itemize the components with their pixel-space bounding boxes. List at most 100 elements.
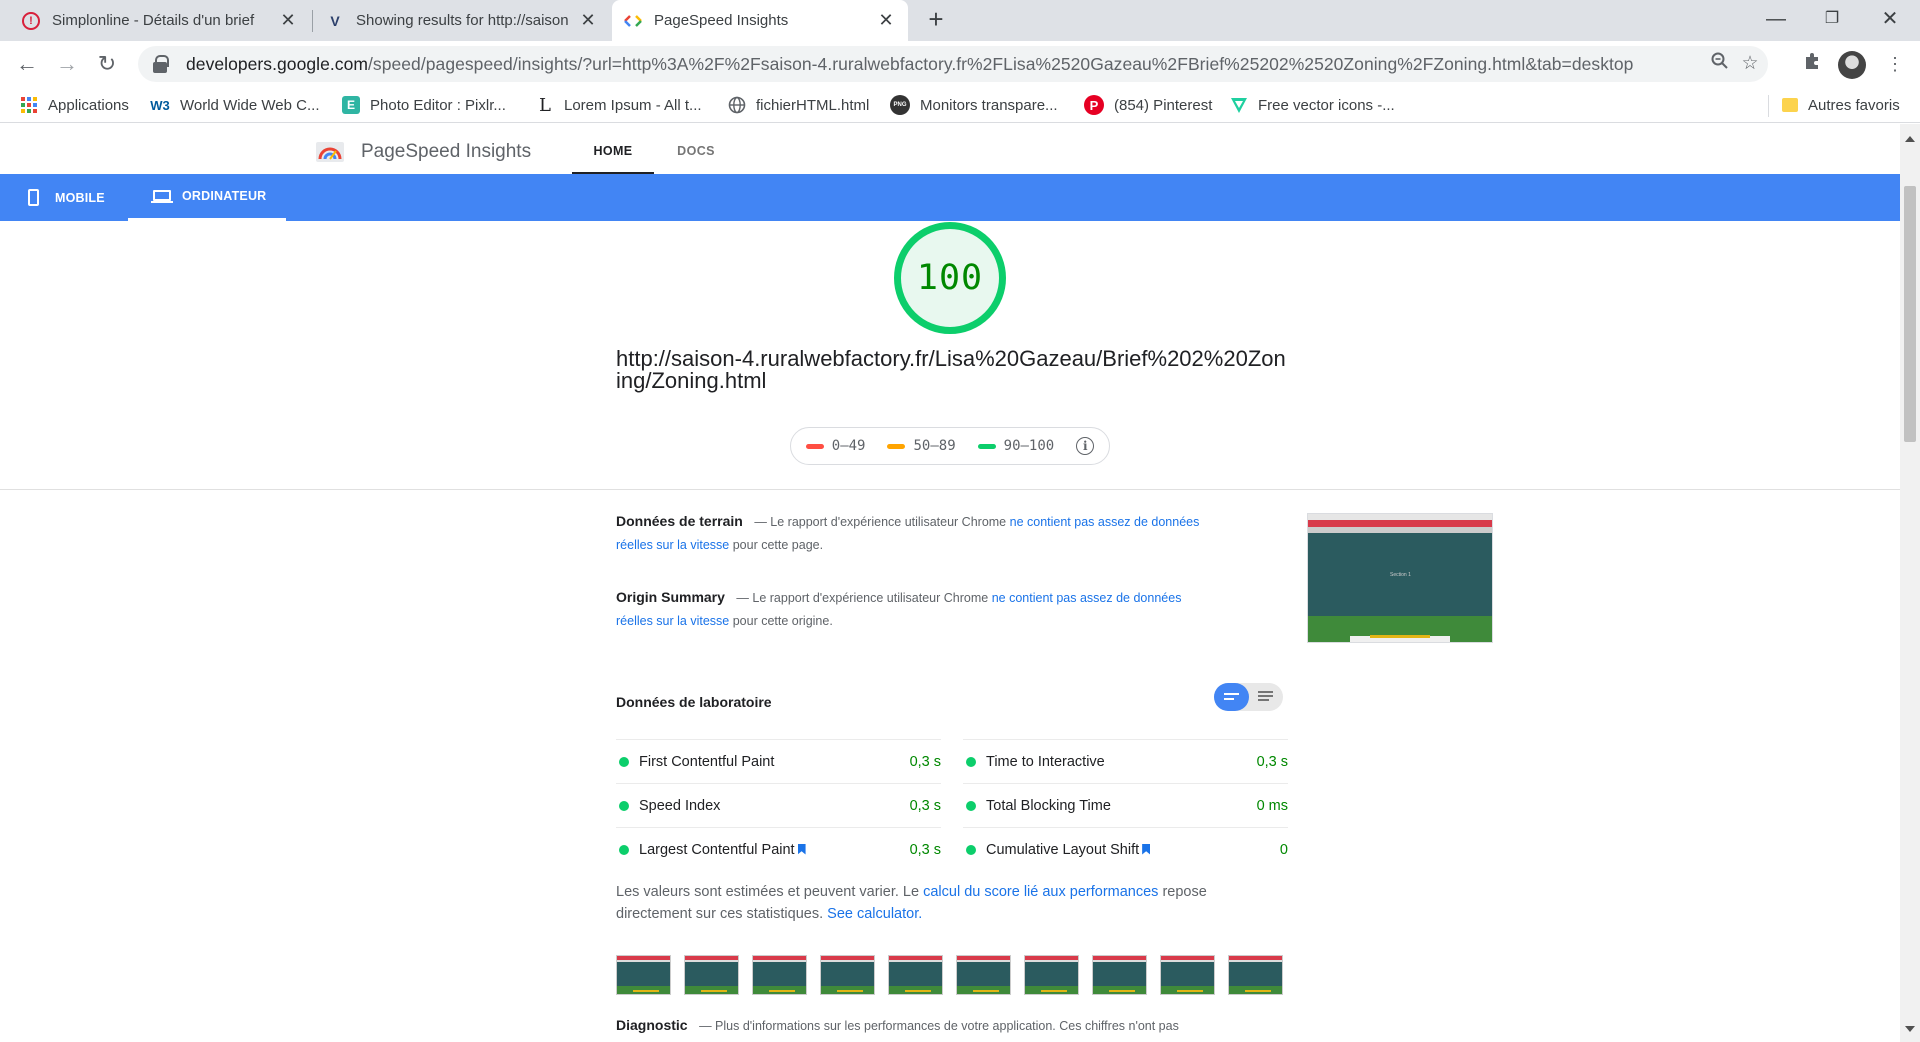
- filmstrip-frame: [1092, 955, 1147, 995]
- bookmarks-bar: Applications W3 World Wide Web C... E Ph…: [0, 87, 1920, 123]
- zoom-icon[interactable]: [1708, 52, 1732, 76]
- metric-tti: Time to Interactive 0,3 s: [963, 739, 1288, 783]
- tab-desktop[interactable]: ORDINATEUR: [128, 174, 286, 221]
- bookmark-pinterest[interactable]: P (854) Pinterest: [1084, 87, 1212, 123]
- metric-value: 0 ms: [1256, 797, 1288, 814]
- pagespeed-logo-icon[interactable]: [316, 140, 344, 162]
- page-viewport: PageSpeed Insights HOME DOCS MOBILE ORDI…: [0, 124, 1900, 1042]
- bookmark-applications[interactable]: Applications: [20, 87, 129, 123]
- field-data-section: Données de terrain — Le rapport d'expéri…: [616, 510, 1236, 557]
- metric-name-wrap: Cumulative Layout Shift: [986, 842, 1280, 858]
- compact-view-button[interactable]: [1214, 683, 1249, 711]
- bookmark-w3c[interactable]: W3 World Wide Web C...: [150, 87, 319, 123]
- simplon-icon: !: [22, 11, 40, 30]
- thumb-nav: [1308, 527, 1492, 533]
- diagnostic-section: Diagnostic — Plus d'informations sur les…: [616, 1017, 1179, 1033]
- restore-button[interactable]: ❐: [1804, 0, 1860, 41]
- reload-button[interactable]: ↻: [92, 49, 122, 79]
- bookmark-label: Photo Editor : Pixlr...: [370, 96, 506, 114]
- minimize-button[interactable]: —: [1748, 0, 1804, 41]
- scroll-down-arrow[interactable]: [1905, 1026, 1915, 1032]
- score-legend: 0–49 50–89 90–100 i: [790, 427, 1110, 465]
- scroll-up-arrow[interactable]: [1905, 136, 1915, 142]
- legend-label: 50–89: [913, 438, 956, 454]
- window-close-button[interactable]: ✕: [1862, 0, 1918, 41]
- bookmark-label: Applications: [48, 96, 129, 114]
- score-value: 100: [916, 258, 984, 298]
- back-button[interactable]: ←: [12, 49, 42, 79]
- tab-simplonline[interactable]: ! Simplonline - Détails d'un brief ✕: [10, 0, 310, 41]
- legend-average: 50–89: [887, 438, 956, 454]
- origin-summary-text-end: pour cette origine.: [732, 614, 833, 628]
- menu-icon[interactable]: ⋮: [1880, 49, 1910, 79]
- scrollbar-thumb[interactable]: [1904, 186, 1916, 442]
- extensions-icon[interactable]: [1797, 49, 1827, 79]
- legend-swatch: [887, 443, 906, 449]
- star-icon[interactable]: ☆: [1738, 52, 1762, 76]
- page-scrollbar[interactable]: [1900, 124, 1920, 1042]
- tab-pagespeed[interactable]: PageSpeed Insights ✕: [612, 0, 908, 41]
- bookmark-lorem[interactable]: L Lorem Ipsum - All t...: [536, 87, 702, 123]
- tab-mobile[interactable]: MOBILE: [28, 174, 128, 221]
- legend-pass: 90–100: [977, 438, 1054, 454]
- metric-speed-index: Speed Index 0,3 s: [616, 783, 941, 827]
- close-icon[interactable]: ✕: [578, 10, 598, 31]
- origin-summary-section: Origin Summary — Le rapport d'expérience…: [616, 586, 1216, 633]
- validator-icon: V: [330, 12, 340, 29]
- expanded-view-button[interactable]: [1249, 683, 1283, 711]
- pass-indicator: [619, 844, 629, 855]
- bookmark-label: World Wide Web C...: [180, 96, 320, 114]
- url-path: /speed/pagespeed/insights/?url=http%3A%2…: [368, 53, 1634, 74]
- bookmark-monitors[interactable]: PNG Monitors transpare...: [890, 87, 1058, 123]
- field-data-title: Données de terrain: [616, 513, 743, 529]
- globe-icon: [728, 96, 746, 114]
- score-calculation-link[interactable]: calcul du score lié aux performances: [923, 884, 1158, 900]
- metric-name: First Contentful Paint: [639, 753, 775, 770]
- nav-docs[interactable]: DOCS: [660, 124, 732, 174]
- metric-value: 0: [1279, 841, 1288, 858]
- tab-validator[interactable]: V Showing results for http://saison ✕: [314, 0, 610, 41]
- filmstrip-frame: [752, 955, 807, 995]
- pass-indicator: [966, 800, 976, 811]
- legend-label: 0–49: [831, 438, 866, 454]
- thumb-section-label: Section 1: [1390, 572, 1411, 578]
- new-tab-button[interactable]: +: [922, 6, 950, 34]
- bookmark-pixlr[interactable]: E Photo Editor : Pixlr...: [342, 87, 506, 123]
- address-bar[interactable]: developers.google.com/speed/pagespeed/in…: [138, 46, 1768, 82]
- lorem-icon: L: [539, 94, 551, 116]
- thumb-footer-accent: [1370, 635, 1430, 638]
- tab-title: Showing results for http://saison: [356, 12, 569, 29]
- close-icon[interactable]: ✕: [278, 10, 298, 31]
- info-icon[interactable]: i: [1076, 437, 1095, 455]
- bookmark-other-folder[interactable]: Autres favoris: [1782, 87, 1900, 123]
- core-web-vital-icon: [797, 843, 806, 855]
- nav-home[interactable]: HOME: [572, 124, 654, 174]
- pass-indicator: [619, 756, 629, 767]
- see-calculator-link[interactable]: See calculator.: [827, 906, 922, 922]
- url-text[interactable]: developers.google.com/speed/pagespeed/in…: [186, 54, 1633, 75]
- psi-brand-title[interactable]: PageSpeed Insights: [361, 141, 531, 163]
- pinterest-icon: P: [1084, 95, 1104, 115]
- bookmark-flaticon[interactable]: Free vector icons -...: [1230, 87, 1395, 123]
- forward-button[interactable]: →: [52, 49, 82, 79]
- filmstrip-frame: [616, 955, 671, 995]
- origin-summary-title: Origin Summary: [616, 589, 725, 605]
- close-icon[interactable]: ✕: [876, 10, 896, 31]
- metrics-view-toggle[interactable]: [1214, 683, 1283, 711]
- metric-name: Speed Index: [639, 797, 721, 814]
- metric-value: 0,3 s: [909, 753, 941, 770]
- thumb-header: [1308, 520, 1492, 527]
- field-data-text: — Le rapport d'expérience utilisateur Ch…: [754, 515, 1007, 529]
- bookmark-fichierhtml[interactable]: fichierHTML.html: [728, 87, 869, 123]
- metric-fcp: First Contentful Paint 0,3 s: [616, 739, 941, 783]
- avatar[interactable]: [1838, 51, 1866, 79]
- lock-icon[interactable]: [152, 55, 169, 73]
- metric-value: 0,3 s: [1256, 753, 1288, 770]
- origin-summary-text: — Le rapport d'expérience utilisateur Ch…: [736, 591, 989, 605]
- apps-grid-icon: [20, 96, 38, 114]
- tab-mobile-label: MOBILE: [55, 190, 105, 205]
- png-icon: PNG: [890, 95, 910, 115]
- filmstrip-frame: [820, 955, 875, 995]
- bookmark-label: Free vector icons -...: [1258, 96, 1395, 114]
- metric-name: Cumulative Layout Shift: [986, 841, 1140, 858]
